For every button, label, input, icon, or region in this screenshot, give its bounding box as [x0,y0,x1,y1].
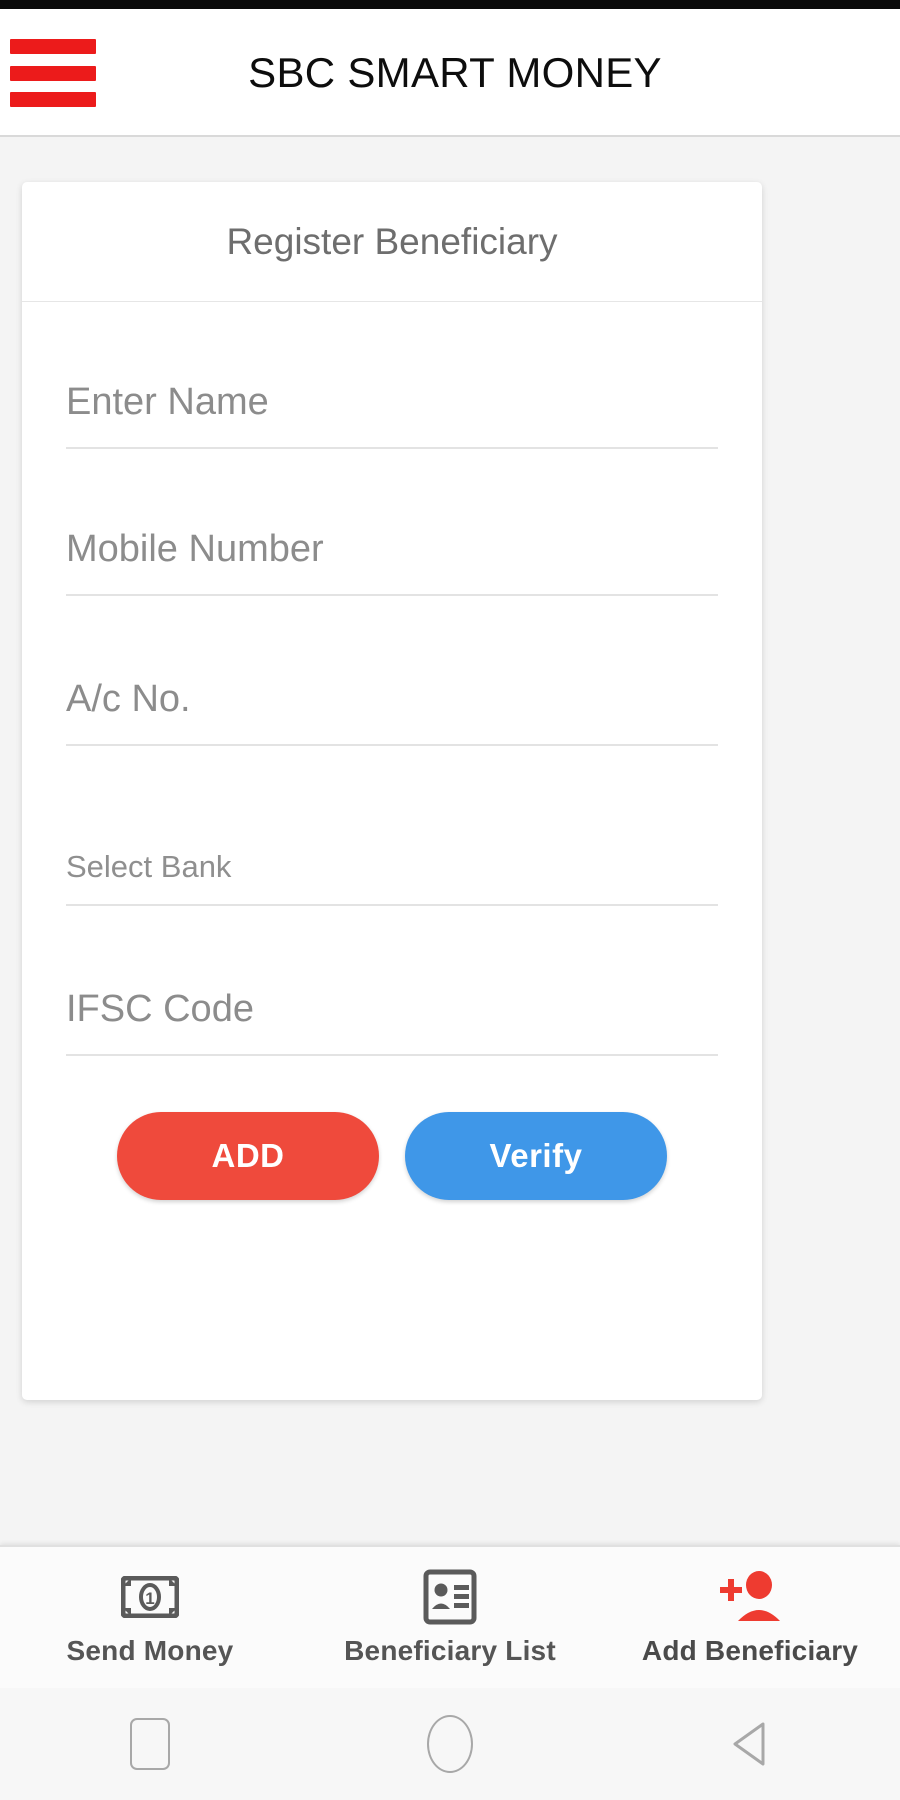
circle-icon [427,1715,473,1773]
select-bank-placeholder: Select Bank [66,849,232,884]
verify-button[interactable]: Verify [405,1112,667,1200]
select-bank-dropdown[interactable]: Select Bank [66,746,718,906]
status-bar [0,0,900,9]
name-field-placeholder: Enter Name [66,381,269,423]
recents-button[interactable] [90,1688,210,1800]
nav-label-add-beneficiary: Add Beneficiary [641,1634,859,1666]
ifsc-code-field-placeholder: IFSC Code [66,988,254,1030]
triangle-back-icon [733,1722,765,1766]
app-title: SBC SMART MONEY [248,49,662,96]
account-number-field-placeholder: A/c No. [66,678,191,720]
svg-text:1: 1 [145,1589,154,1608]
beneficiary-form: Enter Name Mobile Number A/c No. Select … [22,302,762,1200]
mobile-field[interactable]: Mobile Number [66,449,718,596]
app-bar: SBC SMART MONEY [0,9,900,137]
register-beneficiary-card: Register Beneficiary Enter Name Mobile N… [22,182,762,1400]
add-person-icon [717,1569,783,1625]
mobile-field-placeholder: Mobile Number [66,528,324,570]
nav-item-beneficiary-list[interactable]: Beneficiary List [300,1547,600,1688]
add-button[interactable]: ADD [117,1112,379,1200]
nav-label-send-money: Send Money [66,1634,234,1666]
back-button[interactable] [690,1688,810,1800]
card-title: Register Beneficiary [22,182,762,302]
nav-item-send-money[interactable]: 1 Send Money [0,1547,300,1688]
nav-label-beneficiary-list: Beneficiary List [344,1634,556,1666]
form-actions: ADD Verify [66,1112,718,1200]
home-button[interactable] [390,1688,510,1800]
system-navigation-bar [0,1688,900,1800]
ifsc-code-field[interactable]: IFSC Code [66,906,718,1056]
name-field[interactable]: Enter Name [66,302,718,449]
banknote-icon: 1 [121,1569,179,1625]
account-number-field[interactable]: A/c No. [66,596,718,746]
id-card-icon [423,1569,477,1625]
square-icon [130,1718,170,1770]
bottom-navigation: 1 Send Money Beneficiary List Add Benefi… [0,1545,900,1688]
nav-item-add-beneficiary[interactable]: Add Beneficiary [600,1547,900,1688]
